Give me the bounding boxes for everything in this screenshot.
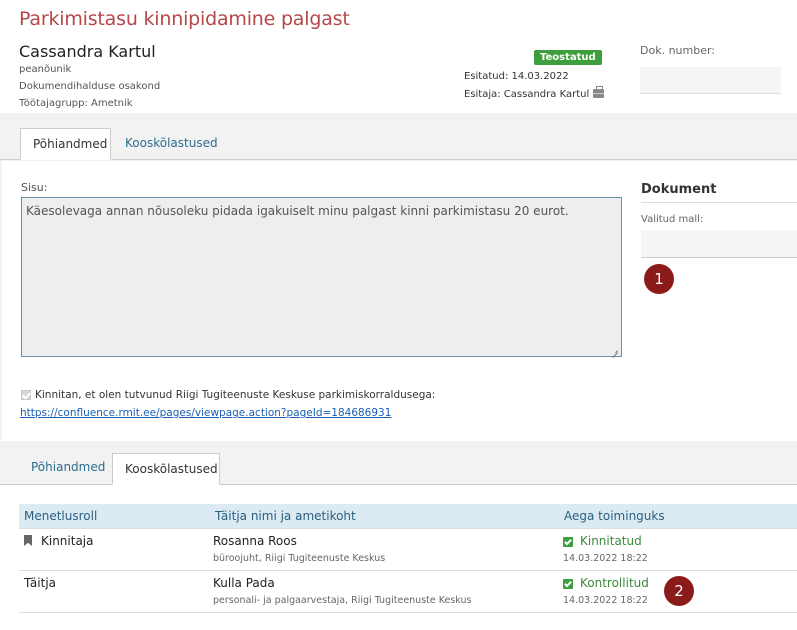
bookmark-icon bbox=[24, 535, 32, 546]
row-2-time: 14.03.2022 18:22 bbox=[563, 595, 648, 606]
row-1-status: Kinnitatud bbox=[580, 534, 642, 548]
table-row-divider bbox=[19, 612, 797, 613]
resize-handle-icon[interactable] bbox=[609, 344, 619, 354]
confirm-link[interactable]: https://confluence.rmit.ee/pages/viewpag… bbox=[20, 407, 391, 419]
check-icon bbox=[563, 579, 573, 589]
briefcase-icon[interactable] bbox=[593, 86, 605, 98]
doc-number-label: Dok. number: bbox=[640, 44, 716, 57]
page-title: Parkimistasu kinnipidamine palgast bbox=[19, 8, 350, 30]
row-2-role: Täitja bbox=[24, 576, 57, 590]
submitted-date: Esitatud: 14.03.2022 bbox=[464, 71, 569, 82]
content-textarea[interactable]: Käesolevaga annan nõusoleku pidada igaku… bbox=[21, 197, 622, 357]
row-1-role: Kinnitaja bbox=[41, 534, 94, 548]
row-2-name: Kulla Pada bbox=[213, 576, 275, 590]
left-edge bbox=[0, 160, 2, 440]
tab-pohiandmed-bottom[interactable]: Põhiandmed bbox=[19, 452, 117, 484]
row-1-position: büroojuht, Riigi Tugiteenuste Keskus bbox=[213, 553, 386, 564]
status-badge: Teostatud bbox=[534, 50, 602, 65]
template-field[interactable] bbox=[641, 230, 797, 258]
tab-pohiandmed-top[interactable]: Põhiandmed bbox=[20, 128, 111, 160]
submitter-text: Esitaja: Cassandra Kartul bbox=[464, 89, 590, 100]
submitter-line: Esitaja: Cassandra Kartul bbox=[464, 86, 605, 100]
column-header-assignee: Täitja nimi ja ametikoht bbox=[215, 509, 356, 523]
confirm-checkbox[interactable] bbox=[21, 390, 31, 400]
template-label: Valitud mall: bbox=[641, 214, 704, 225]
confirm-text: Kinnitan, et olen tutvunud Riigi Tugitee… bbox=[35, 389, 436, 401]
person-group: Töötajagrupp: Ametnik bbox=[19, 98, 133, 109]
document-panel-divider bbox=[641, 202, 797, 203]
column-header-role: Menetlusroll bbox=[24, 509, 98, 523]
annotation-marker-1: 1 bbox=[644, 264, 674, 294]
document-panel-title: Dokument bbox=[641, 182, 717, 197]
row-1-time: 14.03.2022 18:22 bbox=[563, 553, 648, 564]
person-department: Dokumendihalduse osakond bbox=[19, 81, 161, 92]
tab-kooskolastused-bottom[interactable]: Kooskõlastused bbox=[112, 453, 220, 485]
table-header bbox=[19, 504, 797, 528]
row-2-status: Kontrollitud bbox=[580, 576, 649, 590]
tab-kooskolastused-top[interactable]: Kooskõlastused bbox=[113, 128, 230, 160]
row-1-name: Rosanna Roos bbox=[213, 534, 297, 548]
check-icon bbox=[563, 537, 573, 547]
doc-number-field[interactable] bbox=[640, 67, 781, 94]
table-header-border bbox=[19, 528, 797, 529]
person-name: Cassandra Kartul bbox=[19, 42, 156, 61]
column-header-time: Aega toiminguks bbox=[564, 509, 665, 523]
annotation-marker-2: 2 bbox=[664, 576, 694, 606]
table-row-divider bbox=[19, 570, 797, 571]
row-2-position: personali- ja palgaarvestaja, Riigi Tugi… bbox=[213, 595, 472, 606]
content-label: Sisu: bbox=[21, 181, 48, 194]
person-position: peanõunik bbox=[19, 64, 72, 75]
